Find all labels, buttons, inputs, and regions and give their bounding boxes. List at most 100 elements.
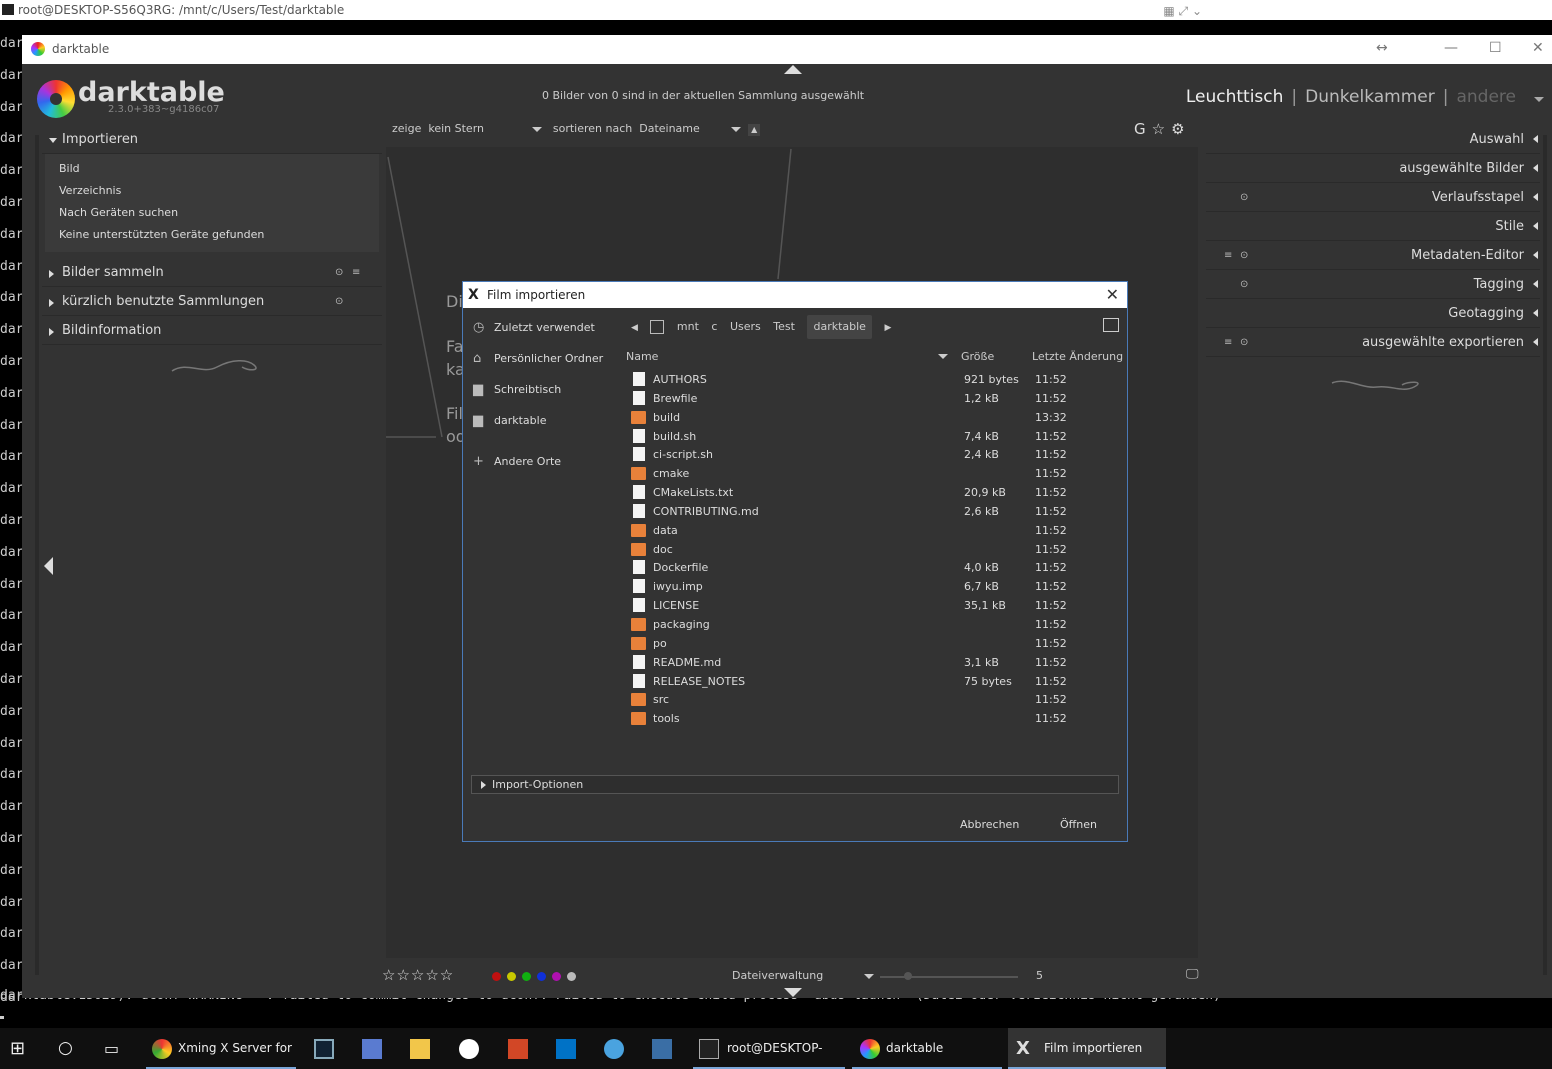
place-desktop[interactable]: ▆ Schreibtisch (463, 374, 623, 405)
module-collect-header[interactable]: Bilder sammeln ⊙ ≡ (42, 258, 382, 287)
dialog-titlebar[interactable]: X Film importieren ✕ (463, 282, 1127, 308)
path-back-icon[interactable]: ◀ (631, 316, 638, 340)
place-recent[interactable]: ◷ Zuletzt verwendet (463, 312, 623, 343)
computer-icon[interactable] (362, 1039, 382, 1059)
views-dropdown-icon[interactable] (1534, 97, 1544, 102)
path-segment[interactable]: Test (773, 315, 795, 339)
window-titlebar[interactable]: darktable ↔ — ☐ ✕ (22, 35, 1552, 64)
reset-icon[interactable]: ⊙ (1240, 270, 1248, 299)
import-image-button[interactable]: Bild (45, 158, 379, 180)
taskbar-xming[interactable]: Xming X Server for ... (146, 1028, 296, 1069)
color-label-0[interactable] (492, 972, 501, 981)
dialog-close-button[interactable]: ✕ (1106, 282, 1119, 308)
presets-icon[interactable]: ≡ (1224, 241, 1232, 270)
module-select[interactable]: Auswahl (1206, 125, 1540, 154)
color-label-4[interactable] (552, 972, 561, 981)
file-row[interactable]: Brewfile 1,2 kB 11:52 (626, 389, 1126, 408)
maximize-button[interactable]: ☐ (1489, 40, 1502, 56)
file-row[interactable]: ci-script.sh 2,4 kB 11:52 (626, 445, 1126, 464)
module-styles[interactable]: Stile (1206, 212, 1540, 241)
star-rating-icons[interactable]: ☆☆☆☆☆ (382, 966, 454, 984)
view-darkroom[interactable]: Dunkelkammer (1305, 87, 1435, 107)
import-folder-button[interactable]: Verzeichnis (45, 180, 379, 202)
module-selected-images[interactable]: ausgewählte Bilder (1206, 154, 1540, 183)
file-row[interactable]: iwyu.imp 6,7 kB 11:52 (626, 577, 1126, 596)
file-row[interactable]: AUTHORS 921 bytes 11:52 (626, 370, 1126, 389)
top-panel-toggle-icon[interactable] (784, 65, 802, 74)
file-row[interactable]: po 11:52 (626, 634, 1126, 653)
path-segment-current[interactable]: darktable (807, 315, 872, 339)
color-label-5[interactable] (567, 972, 576, 981)
taskbar-darktable[interactable]: darktable (852, 1028, 1002, 1069)
sort-chevron-down-icon[interactable] (938, 354, 948, 359)
chevron-down-icon[interactable] (731, 126, 742, 132)
zoom-slider[interactable] (880, 976, 1018, 978)
close-button[interactable]: ✕ (1532, 40, 1544, 56)
show-select[interactable]: kein Stern (428, 122, 532, 135)
fox-app-icon[interactable] (459, 1039, 479, 1059)
view-other[interactable]: andere (1456, 87, 1516, 107)
file-row[interactable]: CMakeLists.txt 20,9 kB 11:52 (626, 483, 1126, 502)
resize-icon[interactable]: ↔ (1376, 40, 1388, 56)
module-metadata-editor[interactable]: ≡ ⊙ Metadaten-Editor (1206, 241, 1540, 270)
windows-start-icon[interactable]: ⊞ (10, 1028, 25, 1069)
terminal-window-controls-icon[interactable]: ▦ ⤢ ⌄ (1163, 1, 1202, 21)
module-info-header[interactable]: Bildinformation (42, 316, 382, 345)
layout-select[interactable]: Dateiverwaltung (732, 969, 823, 982)
place-home[interactable]: ⌂ Persönlicher Ordner (463, 343, 623, 374)
network-app-icon[interactable] (604, 1039, 624, 1059)
bottom-panel-toggle-icon[interactable] (784, 988, 802, 997)
task-view-icon[interactable]: ▭ (104, 1028, 119, 1069)
outlook-icon[interactable] (556, 1039, 576, 1059)
path-segment[interactable]: c (711, 315, 717, 339)
column-name[interactable]: Name (626, 350, 658, 363)
zoom-slider-handle[interactable] (904, 972, 912, 980)
presets-icon[interactable]: ≡ (352, 258, 360, 287)
color-label-1[interactable] (507, 972, 516, 981)
module-recent-header[interactable]: kürzlich benutzte Sammlungen ⊙ (42, 287, 382, 316)
sort-select[interactable]: Dateiname (639, 122, 731, 135)
file-row[interactable]: build.sh 7,4 kB 11:52 (626, 427, 1126, 446)
file-explorer-icon[interactable] (410, 1039, 430, 1059)
path-segment[interactable]: Users (730, 315, 761, 339)
star-overlay-icon[interactable]: ☆ (1152, 120, 1171, 138)
taskbar-film-import[interactable]: X Film importieren (1008, 1028, 1166, 1069)
new-folder-icon[interactable] (1103, 318, 1119, 332)
cancel-button[interactable]: Abbrechen (960, 818, 1019, 831)
place-other-locations[interactable]: + Andere Orte (463, 446, 623, 477)
taskbar-terminal[interactable]: root@DESKTOP-S5... (693, 1028, 845, 1069)
file-row[interactable]: README.md 3,1 kB 11:52 (626, 653, 1126, 672)
reset-icon[interactable]: ⊙ (335, 258, 343, 287)
column-size[interactable]: Größe (961, 350, 994, 363)
file-row[interactable]: CONTRIBUTING.md 2,6 kB 11:52 (626, 502, 1126, 521)
open-button[interactable]: Öffnen (1060, 818, 1097, 831)
sort-order-icon[interactable]: ▲ (748, 124, 761, 136)
file-row[interactable]: cmake 11:52 (626, 464, 1126, 483)
gear-icon[interactable]: ⚙ (1171, 120, 1190, 138)
reset-icon[interactable]: ⊙ (1240, 183, 1248, 212)
presets-icon[interactable]: ≡ (1224, 328, 1232, 357)
reset-icon[interactable]: ⊙ (1240, 328, 1248, 357)
display-profile-icon[interactable]: 🖵 (1186, 967, 1199, 982)
file-row[interactable]: RELEASE_NOTES 75 bytes 11:52 (626, 672, 1126, 691)
reset-icon[interactable]: ⊙ (335, 287, 343, 316)
remote-desktop-icon[interactable] (652, 1039, 672, 1059)
scan-devices-button[interactable]: Nach Geräten suchen (45, 202, 379, 224)
module-geotagging[interactable]: Geotagging (1206, 299, 1540, 328)
left-panel-toggle-icon[interactable] (44, 557, 53, 575)
lightroom-icon[interactable] (314, 1039, 334, 1059)
root-drive-icon[interactable] (650, 320, 665, 334)
place-darktable[interactable]: ▆ darktable (463, 405, 623, 436)
file-row[interactable]: doc 11:52 (626, 540, 1126, 559)
color-label-3[interactable] (537, 972, 546, 981)
powerpoint-icon[interactable] (508, 1039, 528, 1059)
file-row[interactable]: Dockerfile 4,0 kB 11:52 (626, 558, 1126, 577)
minimize-button[interactable]: — (1444, 40, 1458, 56)
file-row[interactable]: LICENSE 35,1 kB 11:52 (626, 596, 1126, 615)
path-segment[interactable]: mnt (677, 315, 699, 339)
module-export[interactable]: ≡ ⊙ ausgewählte exportieren (1206, 328, 1540, 357)
module-tagging[interactable]: ⊙ Tagging (1206, 270, 1540, 299)
reset-icon[interactable]: ⊙ (1240, 241, 1248, 270)
module-history-stack[interactable]: ⊙ Verlaufsstapel (1206, 183, 1540, 212)
grouping-icon[interactable]: G (1134, 120, 1152, 138)
